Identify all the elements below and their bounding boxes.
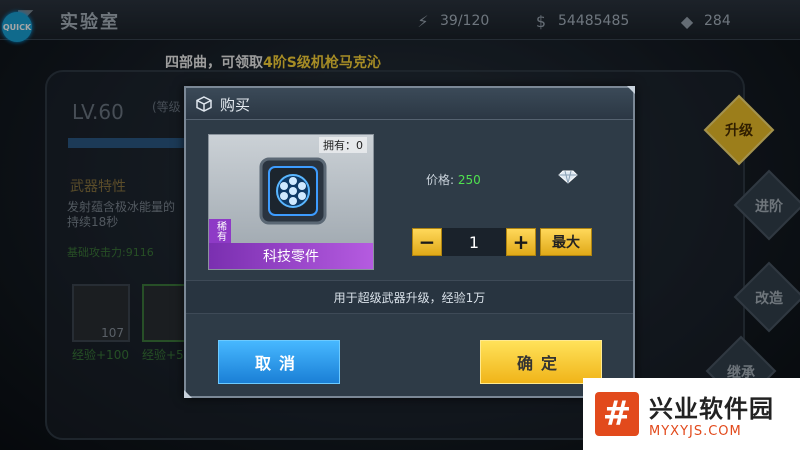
rarity-badge: 稀有 xyxy=(209,219,231,243)
item-description: 用于超级武器升级，经验1万 xyxy=(186,280,633,314)
price-value: 250 xyxy=(457,173,481,187)
tech-part-icon xyxy=(259,157,327,225)
dialog-corner xyxy=(627,86,635,94)
quantity-input[interactable]: 1 xyxy=(442,228,506,256)
dialog-title: 购买 xyxy=(220,96,251,114)
watermark-text: 兴业软件园 MYXYJS.COM xyxy=(649,389,774,439)
diamond-icon xyxy=(558,170,578,184)
owned-value: 0 xyxy=(356,139,363,152)
item-name: 科技零件 xyxy=(209,243,373,269)
max-button[interactable]: 最大 xyxy=(540,228,592,256)
increase-button[interactable]: + xyxy=(506,228,536,256)
item-card: 拥有：0 稀有 科技零件 xyxy=(208,134,374,270)
watermark-en: MYXYJS.COM xyxy=(649,424,742,439)
watermark-cn: 兴业软件园 xyxy=(649,395,774,423)
cancel-button[interactable]: 取消 xyxy=(218,340,340,384)
watermark: # 兴业软件园 MYXYJS.COM xyxy=(583,378,800,450)
quantity-stepper: − 1 + 最大 xyxy=(412,228,592,256)
dialog-corner xyxy=(184,390,192,398)
price: 价格: 250 xyxy=(426,171,481,188)
watermark-logo: # xyxy=(595,392,639,436)
purchase-dialog: 购买 拥有：0 稀有 科技零件 价格: 250 − 1 + 最大 用于超级武器升… xyxy=(184,86,635,398)
price-label: 价格: xyxy=(426,173,455,187)
owned-label: 拥有： xyxy=(323,139,356,152)
decrease-button[interactable]: − xyxy=(412,228,442,256)
dialog-header: 购买 xyxy=(186,88,633,120)
game-screen: ◤ 实验室 ⚡ 39/120 $ 54485485 ◆ 284 QUICK 四部… xyxy=(0,0,800,450)
cube-icon xyxy=(196,96,212,112)
owned-count: 拥有：0 xyxy=(319,137,367,153)
